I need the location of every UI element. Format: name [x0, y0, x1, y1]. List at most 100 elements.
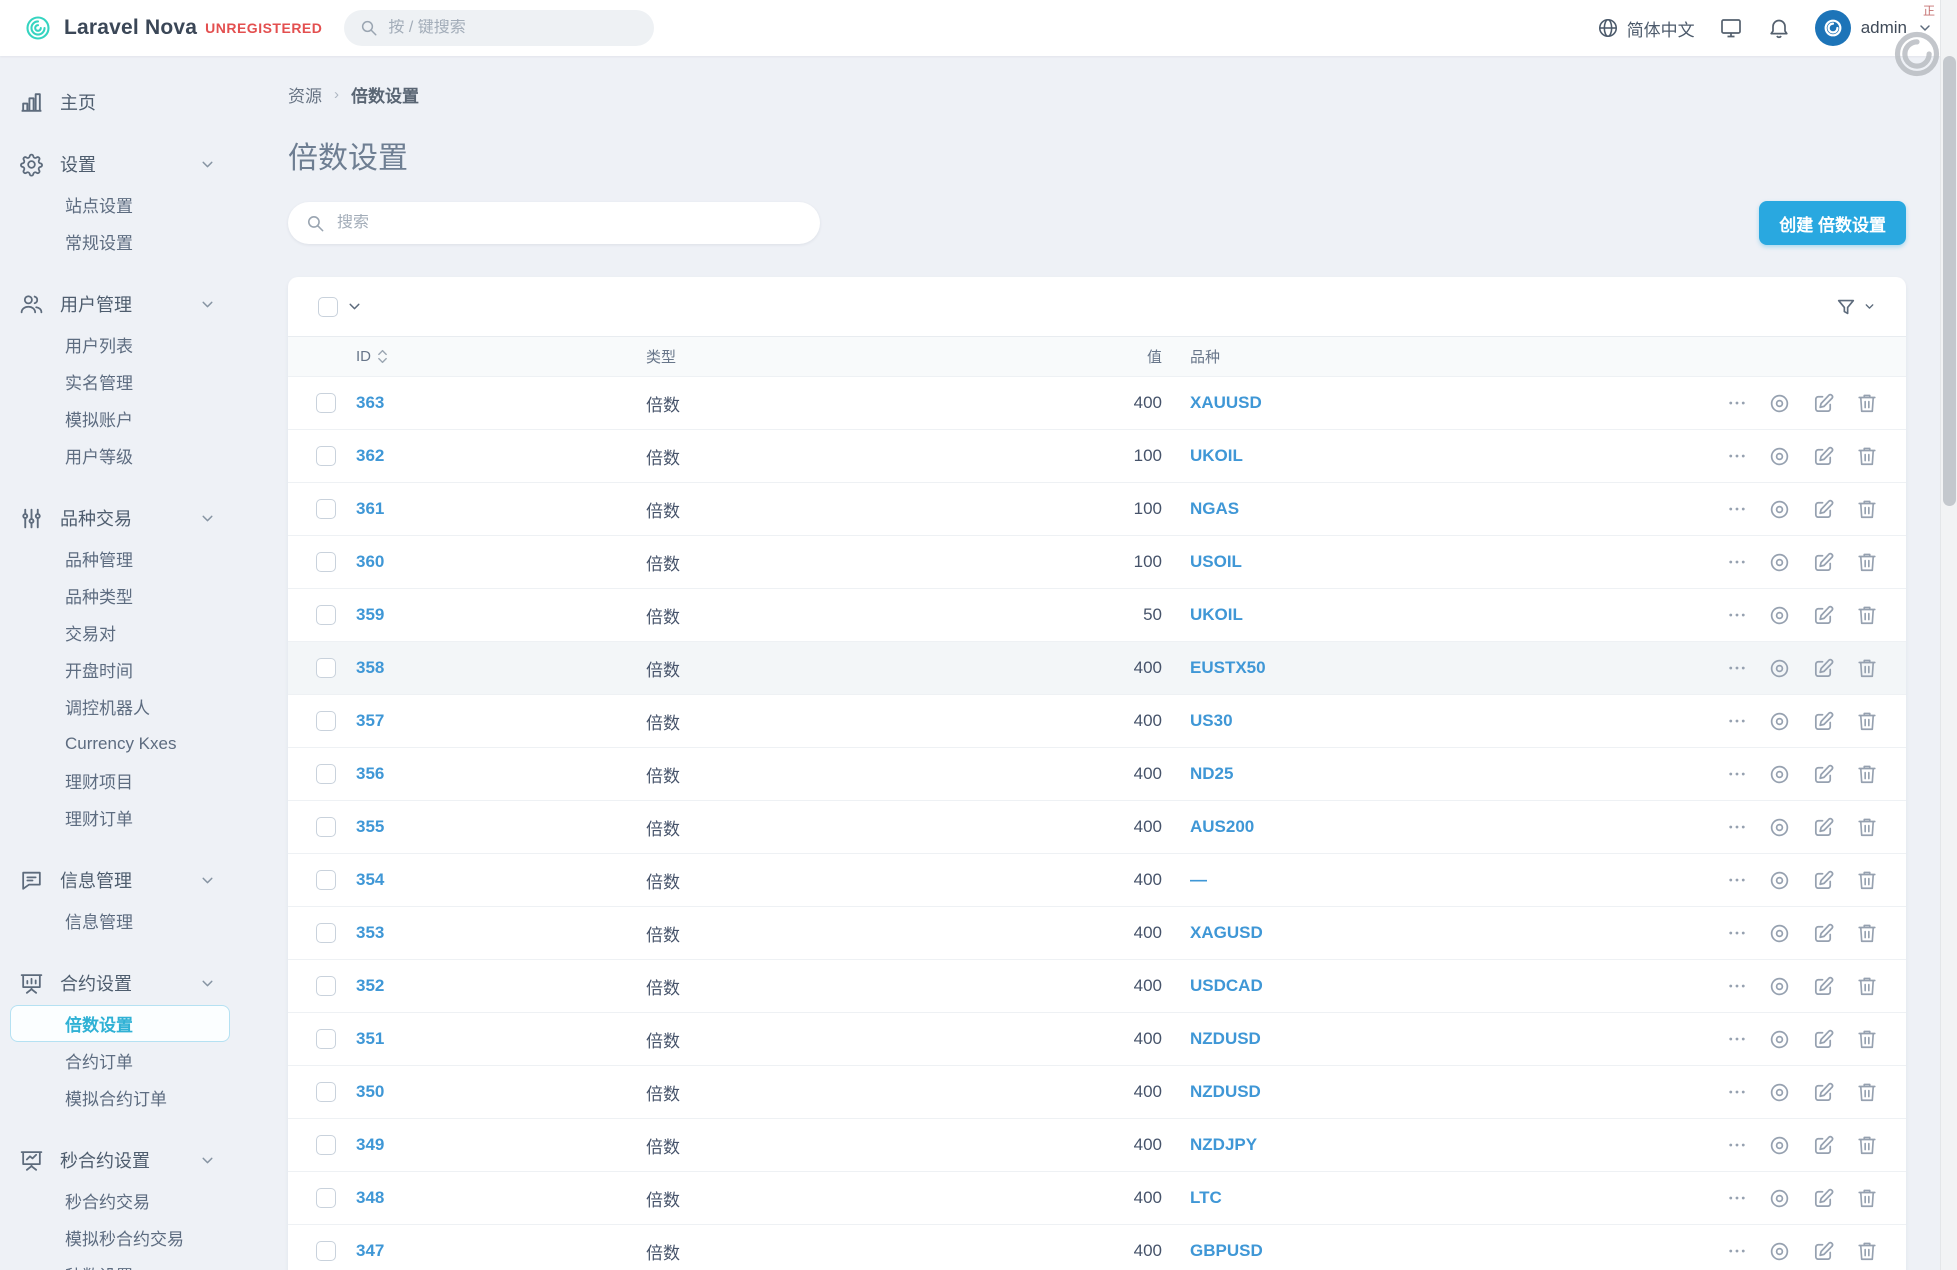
row-symbol-link[interactable]: UKOIL	[1190, 605, 1243, 625]
global-search-input[interactable]	[388, 19, 638, 37]
sidebar-item-demo-contract-orders[interactable]: 模拟合约订单	[10, 1079, 230, 1116]
row-view-icon[interactable]	[1768, 1134, 1791, 1157]
row-view-icon[interactable]	[1768, 604, 1791, 627]
row-edit-icon[interactable]	[1812, 869, 1835, 892]
row-checkbox[interactable]	[316, 923, 336, 943]
select-all-dropdown-icon[interactable]	[346, 298, 363, 315]
row-checkbox[interactable]	[316, 1135, 336, 1155]
row-edit-icon[interactable]	[1812, 498, 1835, 521]
row-checkbox[interactable]	[316, 393, 336, 413]
sidebar-item-contract-orders[interactable]: 合约订单	[10, 1042, 230, 1079]
row-delete-icon[interactable]	[1856, 975, 1878, 997]
sidebar-item-wealth-projects[interactable]: 理财项目	[10, 762, 230, 799]
sidebar-item-info-management-item[interactable]: 信息管理	[10, 902, 230, 939]
sidebar-group-second-contract-settings[interactable]: 秒合约设置	[0, 1142, 240, 1178]
table-row[interactable]: 359 倍数 50 UKOIL	[288, 589, 1906, 642]
row-view-icon[interactable]	[1768, 1240, 1791, 1263]
row-view-icon[interactable]	[1768, 975, 1791, 998]
row-more-actions-icon[interactable]	[1727, 1135, 1747, 1155]
sidebar-group-home[interactable]: 主页	[0, 84, 240, 120]
row-symbol-link[interactable]: NZDUSD	[1190, 1082, 1261, 1102]
table-row[interactable]: 347 倍数 400 GBPUSD	[288, 1225, 1906, 1270]
row-id-link[interactable]: 358	[356, 658, 384, 678]
row-view-icon[interactable]	[1768, 710, 1791, 733]
sidebar-group-settings[interactable]: 设置	[0, 146, 240, 182]
row-more-actions-icon[interactable]	[1727, 499, 1747, 519]
row-symbol-link[interactable]: EUSTX50	[1190, 658, 1266, 678]
row-view-icon[interactable]	[1768, 763, 1791, 786]
row-view-icon[interactable]	[1768, 498, 1791, 521]
table-row[interactable]: 350 倍数 400 NZDUSD	[288, 1066, 1906, 1119]
global-search[interactable]	[344, 10, 654, 46]
row-more-actions-icon[interactable]	[1727, 1241, 1747, 1261]
row-more-actions-icon[interactable]	[1727, 711, 1747, 731]
row-checkbox[interactable]	[316, 605, 336, 625]
sidebar-group-user-management[interactable]: 用户管理	[0, 286, 240, 322]
row-more-actions-icon[interactable]	[1727, 923, 1747, 943]
row-id-link[interactable]: 357	[356, 711, 384, 731]
row-checkbox[interactable]	[316, 764, 336, 784]
row-edit-icon[interactable]	[1812, 551, 1835, 574]
table-row[interactable]: 348 倍数 400 LTC	[288, 1172, 1906, 1225]
row-edit-icon[interactable]	[1812, 1028, 1835, 1051]
row-view-icon[interactable]	[1768, 392, 1791, 415]
row-edit-icon[interactable]	[1812, 657, 1835, 680]
row-view-icon[interactable]	[1768, 1028, 1791, 1051]
row-view-icon[interactable]	[1768, 922, 1791, 945]
scrollbar-thumb[interactable]	[1943, 56, 1956, 506]
row-more-actions-icon[interactable]	[1727, 764, 1747, 784]
sidebar-item-demo-accounts[interactable]: 模拟账户	[10, 400, 230, 437]
row-symbol-link[interactable]: US30	[1190, 711, 1233, 731]
sidebar-item-symbol-types[interactable]: 品种类型	[10, 577, 230, 614]
row-symbol-link[interactable]: GBPUSD	[1190, 1241, 1263, 1261]
table-row[interactable]: 363 倍数 400 XAUUSD	[288, 377, 1906, 430]
sidebar-item-user-list[interactable]: 用户列表	[10, 326, 230, 363]
row-more-actions-icon[interactable]	[1727, 976, 1747, 996]
row-view-icon[interactable]	[1768, 551, 1791, 574]
row-edit-icon[interactable]	[1812, 816, 1835, 839]
row-edit-icon[interactable]	[1812, 445, 1835, 468]
row-edit-icon[interactable]	[1812, 763, 1835, 786]
row-delete-icon[interactable]	[1856, 816, 1878, 838]
row-more-actions-icon[interactable]	[1727, 605, 1747, 625]
row-id-link[interactable]: 360	[356, 552, 384, 572]
row-view-icon[interactable]	[1768, 816, 1791, 839]
sort-icon[interactable]	[377, 349, 388, 364]
theme-monitor-icon[interactable]	[1719, 16, 1743, 40]
row-more-actions-icon[interactable]	[1727, 552, 1747, 572]
sidebar-item-opening-hours[interactable]: 开盘时间	[10, 651, 230, 688]
row-delete-icon[interactable]	[1856, 869, 1878, 891]
row-id-link[interactable]: 355	[356, 817, 384, 837]
row-more-actions-icon[interactable]	[1727, 393, 1747, 413]
sidebar-item-realname-management[interactable]: 实名管理	[10, 363, 230, 400]
row-view-icon[interactable]	[1768, 869, 1791, 892]
table-row[interactable]: 361 倍数 100 NGAS	[288, 483, 1906, 536]
sidebar-item-site-settings[interactable]: 站点设置	[10, 186, 230, 223]
sidebar-item-seconds-settings[interactable]: 秒数设置	[10, 1256, 230, 1270]
row-id-link[interactable]: 356	[356, 764, 384, 784]
row-id-link[interactable]: 347	[356, 1241, 384, 1261]
table-row[interactable]: 354 倍数 400 —	[288, 854, 1906, 907]
create-resource-button[interactable]: 创建 倍数设置	[1759, 201, 1906, 245]
row-more-actions-icon[interactable]	[1727, 446, 1747, 466]
row-more-actions-icon[interactable]	[1727, 658, 1747, 678]
row-delete-icon[interactable]	[1856, 445, 1878, 467]
row-delete-icon[interactable]	[1856, 1134, 1878, 1156]
row-symbol-link[interactable]: ND25	[1190, 764, 1233, 784]
sidebar-item-currency-kxes[interactable]: Currency Kxes	[10, 725, 230, 762]
row-symbol-link[interactable]: NGAS	[1190, 499, 1239, 519]
row-more-actions-icon[interactable]	[1727, 817, 1747, 837]
row-delete-icon[interactable]	[1856, 392, 1878, 414]
select-all-checkbox[interactable]	[318, 297, 338, 317]
row-symbol-link[interactable]: USDCAD	[1190, 976, 1263, 996]
row-delete-icon[interactable]	[1856, 1240, 1878, 1262]
row-more-actions-icon[interactable]	[1727, 1029, 1747, 1049]
vertical-scrollbar[interactable]	[1940, 0, 1957, 1270]
row-symbol-link[interactable]: NZDUSD	[1190, 1029, 1261, 1049]
row-delete-icon[interactable]	[1856, 604, 1878, 626]
sidebar-group-info-management[interactable]: 信息管理	[0, 862, 240, 898]
row-delete-icon[interactable]	[1856, 498, 1878, 520]
row-symbol-link[interactable]: AUS200	[1190, 817, 1254, 837]
row-id-link[interactable]: 363	[356, 393, 384, 413]
row-id-link[interactable]: 348	[356, 1188, 384, 1208]
